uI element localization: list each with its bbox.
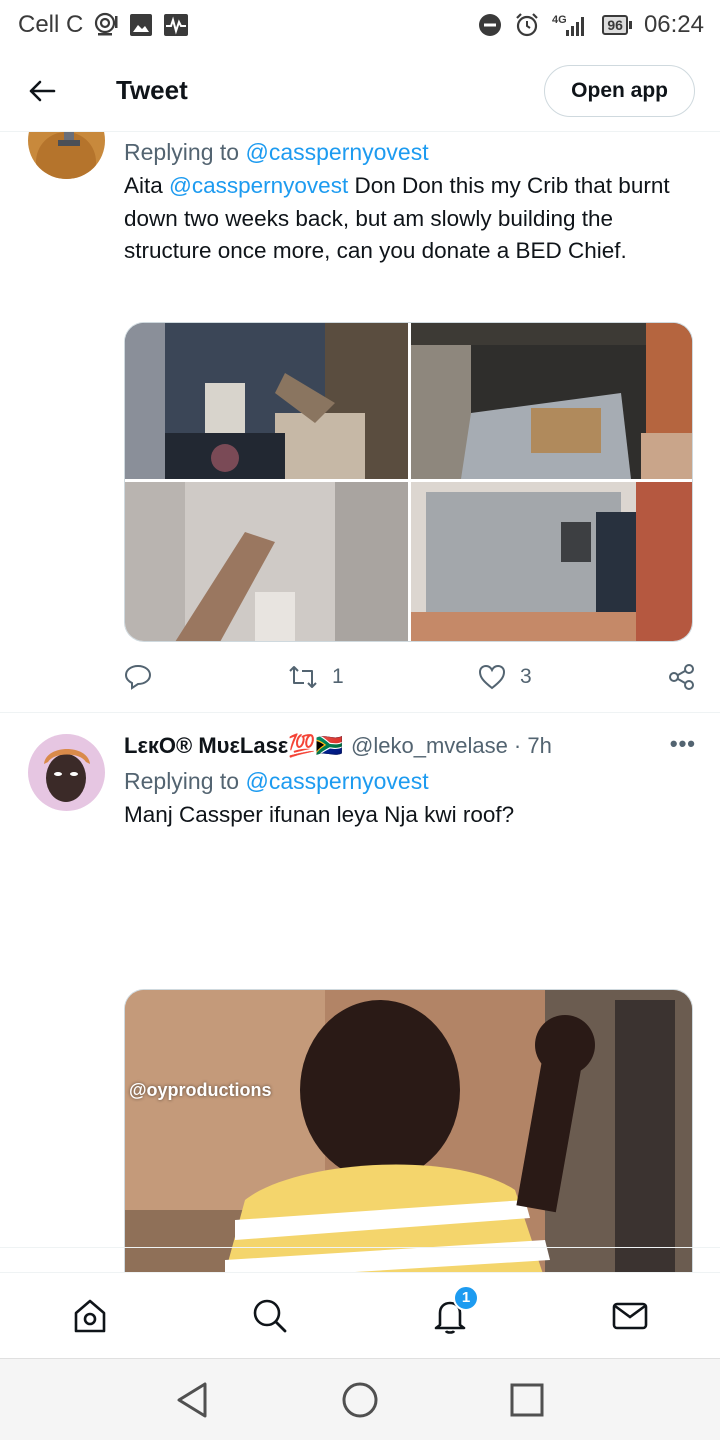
nav-notifications[interactable]: 1 xyxy=(405,1273,495,1359)
search-icon xyxy=(253,1299,287,1332)
retweet-button[interactable]: 1 xyxy=(288,665,478,689)
page-title: Tweet xyxy=(116,75,188,105)
replying-to: Replying to @casspernyovest xyxy=(124,765,696,797)
nav-home[interactable] xyxy=(45,1273,135,1359)
square-recents-icon xyxy=(510,1383,544,1416)
like-button[interactable]: 3 xyxy=(478,664,656,690)
nav-messages[interactable] xyxy=(585,1273,675,1359)
media-photo-meme[interactable]: @oyproductions xyxy=(124,989,693,1272)
reply-icon xyxy=(124,664,152,690)
handle[interactable]: @leko_mvelase xyxy=(351,731,508,761)
battery-indicator: 96 xyxy=(602,15,632,35)
heart-icon xyxy=(478,664,506,690)
circle-home-icon xyxy=(342,1382,378,1417)
tweet-2[interactable]: LεкO® MυεLasε💯🇿🇦 @leko_mvelase · 7h ••• … xyxy=(0,713,720,1272)
system-home-button[interactable] xyxy=(330,1370,390,1430)
gallery-icon xyxy=(129,13,153,37)
notification-badge: 1 xyxy=(453,1284,479,1311)
more-options-button[interactable]: ••• xyxy=(670,731,696,757)
media-photo-burnt-interior[interactable] xyxy=(125,323,408,479)
system-back-button[interactable] xyxy=(163,1370,223,1430)
clock: 06:24 xyxy=(643,11,704,38)
tweet-feed: Replying to @casspernyovest Aita @casspe… xyxy=(0,132,720,1272)
like-count: 3 xyxy=(520,665,532,688)
dnd-icon xyxy=(478,13,502,37)
retweet-count: 1 xyxy=(332,665,344,688)
mention-link[interactable]: @casspernyovest xyxy=(169,173,348,198)
reply-mention-link[interactable]: @casspernyovest xyxy=(245,768,428,794)
app-header: Tweet Open app xyxy=(0,50,720,132)
reply-button[interactable] xyxy=(124,664,288,690)
system-recents-button[interactable] xyxy=(497,1370,557,1430)
system-nav-bar xyxy=(0,1358,720,1440)
media-photo-shack-inside[interactable] xyxy=(411,323,692,479)
nav-search[interactable] xyxy=(225,1273,315,1359)
bottom-nav: 1 xyxy=(0,1272,720,1358)
image-watermark: @oyproductions xyxy=(129,1080,272,1100)
tweet-text: Manj Cassper ifunan leya Nja kwi roof? xyxy=(124,802,515,827)
back-button[interactable] xyxy=(0,50,84,132)
replying-to: Replying to @casspernyovest xyxy=(124,136,696,168)
status-bar: Cell C 4G 96 06:24 xyxy=(0,0,720,50)
avatar[interactable] xyxy=(28,734,105,811)
media-photo-shack-outside[interactable] xyxy=(411,482,692,641)
tweet-actions: 1 3 xyxy=(124,657,696,697)
svg-text:4G: 4G xyxy=(552,14,567,26)
open-app-button[interactable]: Open app xyxy=(544,64,695,117)
divider xyxy=(0,1247,720,1248)
reply-prefix: Replying to xyxy=(124,768,240,794)
reply-prefix: Replying to xyxy=(124,139,240,165)
share-icon xyxy=(669,664,694,690)
activity-icon xyxy=(163,13,189,37)
tweet-1[interactable]: Replying to @casspernyovest Aita @casspe… xyxy=(0,132,720,712)
tweet-text: Aita @casspernyovest Don Don this my Cri… xyxy=(124,170,696,268)
triangle-back-icon xyxy=(177,1382,207,1417)
carrier-label: Cell C xyxy=(18,11,84,38)
tweet-text-prefix: Aita xyxy=(124,173,170,198)
display-name[interactable]: LεкO® MυεLasε💯🇿🇦 xyxy=(124,731,343,761)
arrow-left-icon xyxy=(29,80,56,101)
share-button[interactable] xyxy=(668,663,696,691)
signal-icon: 4G xyxy=(552,12,590,38)
retweet-icon xyxy=(289,666,317,688)
media-photo-roof-sheet[interactable] xyxy=(125,482,408,641)
alarm-icon xyxy=(514,12,540,38)
home-icon xyxy=(74,1299,106,1332)
messages-icon xyxy=(612,1302,648,1329)
reply-mention-link[interactable]: @casspernyovest xyxy=(245,139,428,165)
media-grid xyxy=(124,322,693,642)
timestamp[interactable]: · 7h xyxy=(514,731,552,761)
avatar[interactable] xyxy=(28,132,105,179)
tweet-header: LεкO® MυεLasε💯🇿🇦 @leko_mvelase · 7h xyxy=(124,731,696,761)
battery-level: 96 xyxy=(602,15,628,35)
hotspot-icon xyxy=(93,12,119,38)
